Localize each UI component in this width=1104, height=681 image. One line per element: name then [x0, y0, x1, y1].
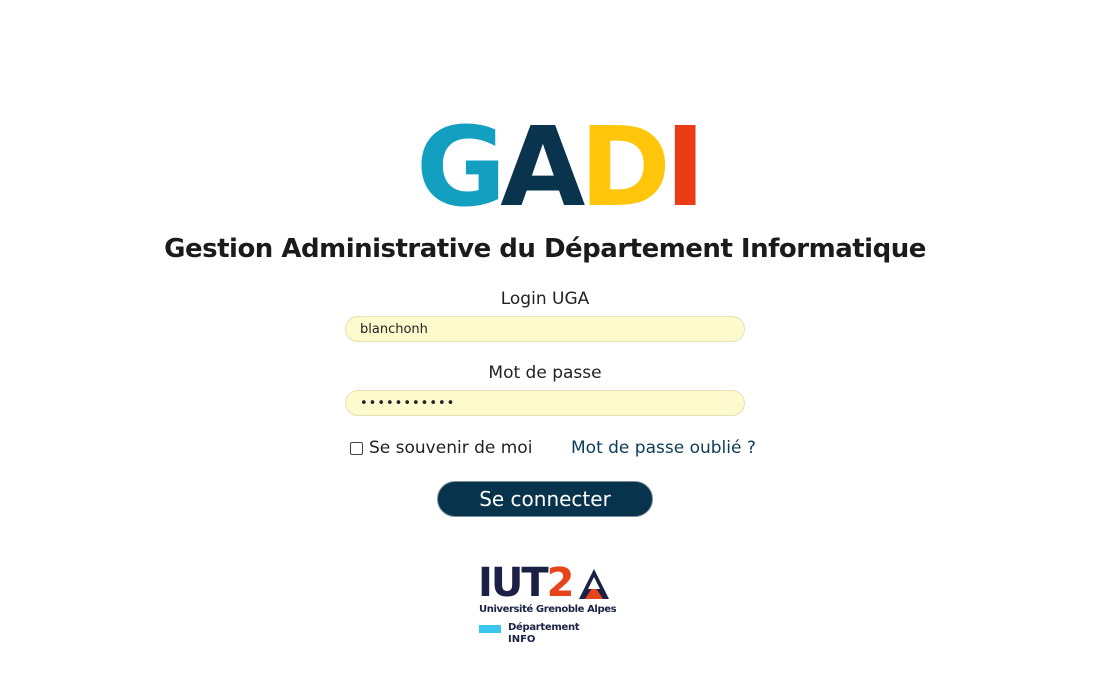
iut-text: IUT — [478, 560, 549, 606]
logo-letter-g: G — [416, 103, 506, 231]
remember-me-label: Se souvenir de moi — [369, 438, 533, 458]
logo-letter-d: D — [579, 103, 670, 231]
department-name: INFO — [508, 634, 536, 645]
gadi-logo: G A D I — [416, 103, 706, 232]
department-color-bar — [479, 625, 501, 633]
department-label: Département — [508, 622, 580, 633]
logo-letter-i: I — [664, 103, 706, 231]
login-button[interactable]: Se connecter — [437, 481, 653, 517]
mountain-triangle-icon — [579, 569, 609, 599]
iut-number: 2 — [546, 560, 575, 606]
university-name: Université Grenoble Alpes — [479, 604, 617, 615]
page-subtitle: Gestion Administrative du Département In… — [164, 234, 926, 264]
iut2-wordmark: IUT 2 — [478, 560, 575, 606]
login-input[interactable] — [345, 316, 745, 342]
remember-me-checkbox[interactable] — [350, 441, 363, 455]
password-label: Mot de passe — [488, 363, 602, 383]
login-label: Login UGA — [500, 289, 590, 309]
iut2-logo: IUT 2 Université Grenoble Alpes Départeme… — [478, 561, 618, 651]
forgot-password-link[interactable]: Mot de passe oublié ? — [571, 438, 756, 458]
remember-me-option[interactable]: Se souvenir de moi — [350, 438, 532, 458]
login-page: G A D I Gestion Administrative du Départ… — [0, 0, 1104, 681]
password-input[interactable] — [345, 390, 745, 416]
logo-letter-a: A — [500, 103, 585, 231]
